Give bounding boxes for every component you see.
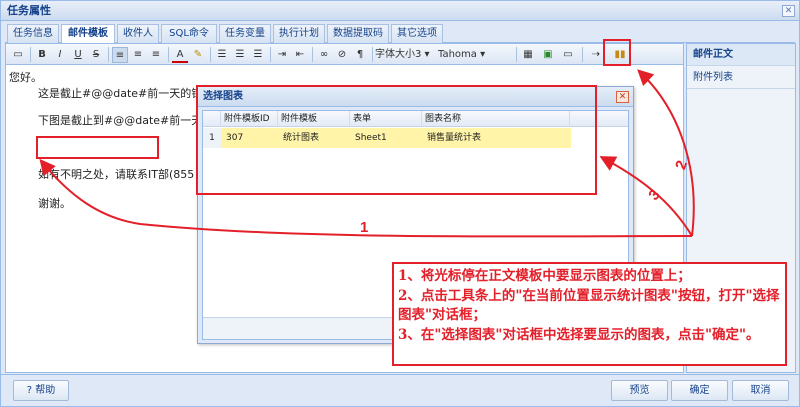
cell-template-id: 307: [226, 133, 244, 143]
outdent-icon[interactable]: ⇤: [292, 47, 308, 63]
help-button[interactable]: ? 帮助: [13, 380, 69, 401]
cell-chart-name: 销售量统计表: [427, 133, 482, 143]
font-family-select[interactable]: Tahoma ▾: [438, 47, 510, 63]
tab-schedule[interactable]: 执行计划: [273, 24, 325, 43]
tab-recipients[interactable]: 收件人: [117, 24, 159, 43]
align-right-icon[interactable]: ≡: [148, 47, 164, 63]
font-size-select[interactable]: 字体大小3 ▾: [375, 47, 437, 63]
tab-task-info[interactable]: 任务信息: [7, 24, 59, 43]
instruction-note: 1、将光标停在正文模板中要显示图表的位置上； 2、点击工具条上的"在当前位置显示…: [392, 262, 787, 366]
list-icon[interactable]: ☰: [250, 47, 266, 63]
align-center-icon[interactable]: ≡: [130, 47, 146, 63]
ordered-list-icon[interactable]: ☰: [214, 47, 230, 63]
indent-icon[interactable]: ⇥: [274, 47, 290, 63]
source-icon[interactable]: ▭: [10, 47, 26, 63]
close-icon[interactable]: ✕: [782, 5, 795, 17]
editor-line: 您好。: [9, 71, 42, 84]
cell-sheet: Sheet1: [355, 133, 387, 143]
table-icon[interactable]: ▦: [520, 47, 536, 63]
column-header[interactable]: 附件模板ID: [221, 111, 278, 127]
editor-line: 谢谢。: [38, 197, 71, 210]
column-header[interactable]: 附件模板: [278, 111, 350, 127]
tab-extract-code[interactable]: 数据提取码: [327, 24, 389, 43]
bottom-bar: ? 帮助 预览 确定 取消: [1, 374, 799, 406]
strikethrough-button[interactable]: S: [88, 47, 104, 63]
image-icon[interactable]: ▣: [540, 47, 556, 63]
hr-icon[interactable]: ▭: [560, 47, 576, 63]
column-header[interactable]: 图表名称: [422, 111, 570, 127]
font-color-button[interactable]: A: [172, 47, 188, 63]
format-icon[interactable]: ¶: [352, 47, 368, 63]
table-row[interactable]: 1 307 统计图表 Sheet1 销售量统计表: [203, 128, 571, 148]
link-icon[interactable]: ∞: [316, 47, 332, 63]
editor-line: 下图是截止到#@@date#前一天: [38, 114, 203, 127]
help-label: 帮助: [35, 385, 56, 396]
insert-chart-button[interactable]: ▮▮: [612, 47, 628, 63]
window-title: 任务属性: [1, 1, 799, 21]
instruction-step-2: 2、点击工具条上的"在当前位置显示统计图表"按钮，打开"选择图表"对话框；: [398, 287, 780, 324]
editor-toolbar: ▭ B I U S ≡ ≡ ≡ A ✎ ☰ ☰ ☰ ⇥ ⇤ ∞ ⊘ ¶ 字体大小…: [5, 43, 684, 65]
grid-header: 附件模板ID 附件模板 表单 图表名称: [203, 111, 628, 127]
cell-template: 统计图表: [283, 133, 320, 143]
ok-button[interactable]: 确定: [671, 380, 728, 401]
editor-line: 如有不明之处，请联系IT部(855: [38, 168, 195, 181]
underline-button[interactable]: U: [70, 47, 86, 63]
tab-mail-template[interactable]: 邮件模板: [61, 24, 115, 44]
dialog-close-icon[interactable]: ✕: [616, 91, 629, 103]
side-item-attachments[interactable]: 附件列表: [687, 67, 795, 89]
insert-field-icon[interactable]: ⇢: [588, 47, 604, 63]
dialog-title: 选择图表: [198, 87, 633, 107]
row-number-header: [203, 111, 221, 127]
bold-button[interactable]: B: [34, 47, 50, 63]
tab-other-options[interactable]: 其它选项: [391, 24, 443, 43]
italic-button[interactable]: I: [52, 47, 68, 63]
unlink-icon[interactable]: ⊘: [334, 47, 350, 63]
tab-sql-command[interactable]: SQL命令: [161, 24, 217, 43]
instruction-step-3: 3、在"选择图表"对话框中选择要显示的图表，点击"确定"。: [398, 326, 760, 343]
align-left-icon[interactable]: ≡: [112, 47, 128, 63]
preview-button[interactable]: 预览: [611, 380, 668, 401]
column-header[interactable]: 表单: [350, 111, 422, 127]
tab-task-variables[interactable]: 任务变量: [219, 24, 271, 43]
highlight-icon[interactable]: ✎: [190, 47, 206, 63]
instruction-step-1: 1、将光标停在正文模板中要显示图表的位置上；: [398, 268, 691, 284]
help-icon: ?: [26, 385, 33, 396]
row-number: 1: [203, 128, 221, 148]
unordered-list-icon[interactable]: ☰: [232, 47, 248, 63]
side-item-mail-body[interactable]: 邮件正文: [687, 44, 795, 66]
editor-line: 这是截止#@@date#前一天的销: [38, 87, 203, 100]
cancel-button[interactable]: 取消: [732, 380, 789, 401]
tab-strip: 任务信息 邮件模板 收件人 SQL命令 任务变量 执行计划 数据提取码 其它选项: [5, 23, 795, 44]
